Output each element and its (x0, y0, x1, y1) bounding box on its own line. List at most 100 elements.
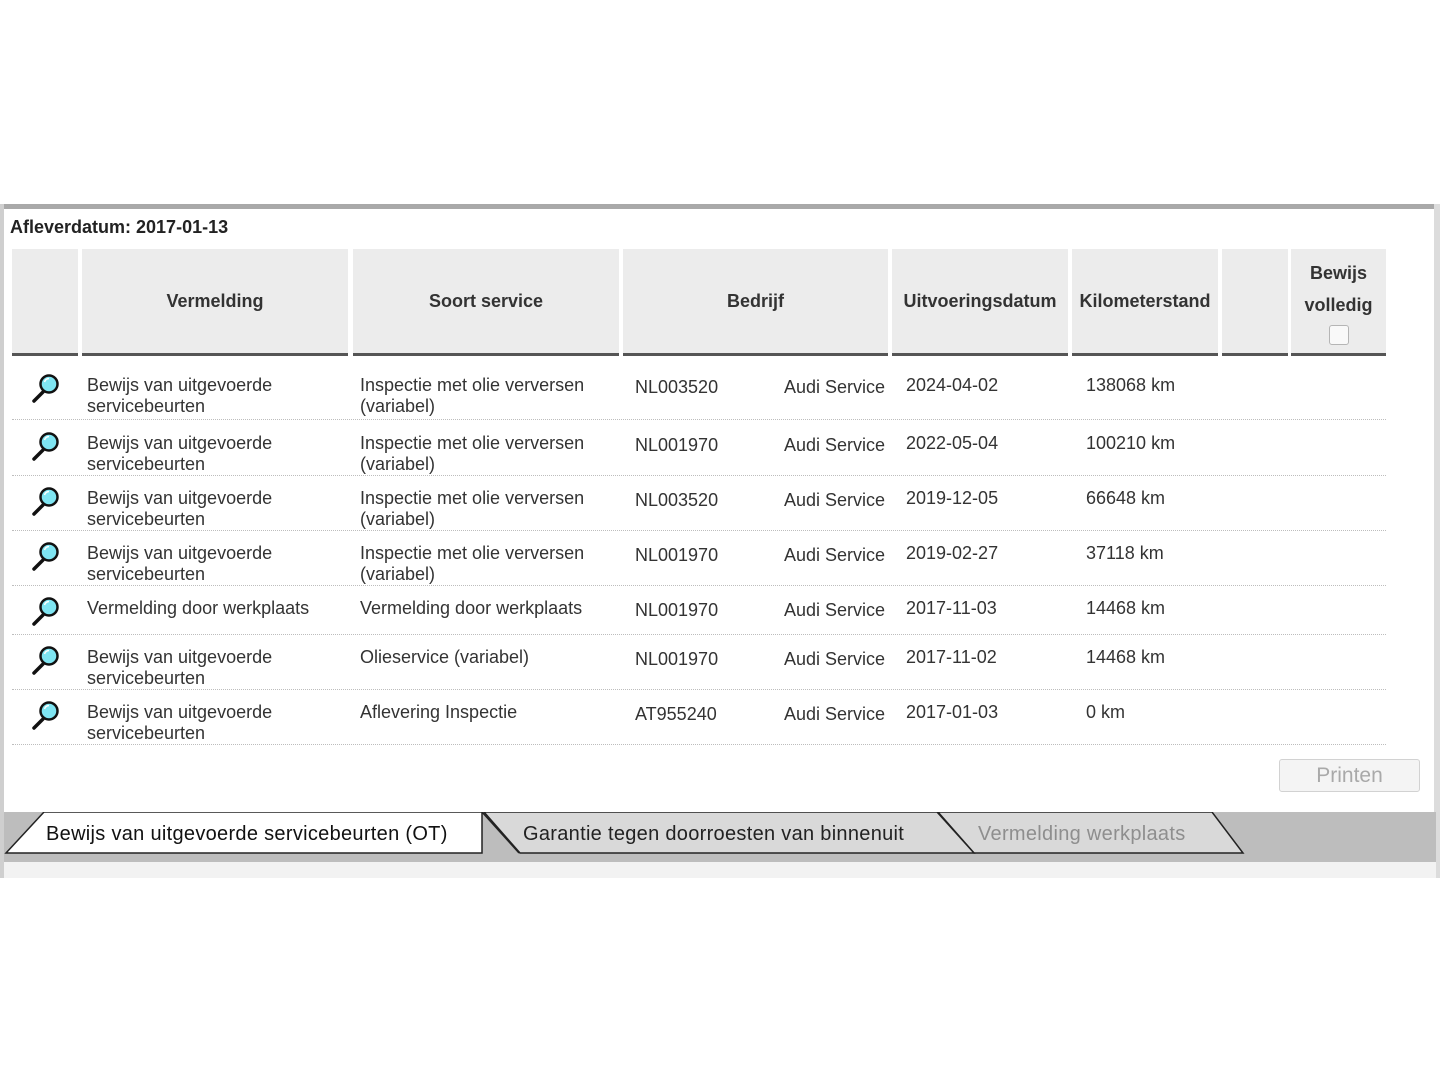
header-vermelding-label: Vermelding (166, 290, 264, 311)
magnifier-icon[interactable] (30, 699, 62, 731)
header-bewijs-line2: volledig (1304, 295, 1373, 315)
row-soort-service: Inspectie met olie verversen (variabel) (360, 433, 584, 475)
row-kilometerstand: 14468 km (1086, 598, 1166, 618)
row-vermelding: Bewijs van uitgevoerde servicebeurten (87, 647, 272, 689)
row-soort-service-line2: (variabel) (360, 509, 436, 529)
row-kilometerstand: 100210 km (1086, 433, 1176, 453)
row-bedrijf: Audi Service (784, 649, 886, 669)
magnifier-icon[interactable] (30, 540, 62, 572)
header-uitvoeringsdatum[interactable]: Uitvoeringsdatum (892, 249, 1068, 356)
print-button[interactable]: Printen (1279, 759, 1420, 792)
row-vermelding-line2: servicebeurten (87, 454, 206, 474)
magnifier-icon[interactable] (30, 485, 62, 517)
row-vermelding-line1: Vermelding door werkplaats (87, 598, 310, 618)
row-vermelding-line2: servicebeurten (87, 723, 206, 743)
header-empty-column (1222, 249, 1288, 356)
row-vermelding: Bewijs van uitgevoerde servicebeurten (87, 375, 272, 417)
row-vermelding: Bewijs van uitgevoerde servicebeurten (87, 702, 272, 744)
row-uitvoeringsdatum: 2022-05-04 (906, 433, 999, 453)
afleverdatum-label: Afleverdatum: 2017-01-13 (10, 217, 229, 237)
bewijs-volledig-checkbox[interactable] (1328, 325, 1349, 345)
row-vermelding-line1: Bewijs van uitgevoerde (87, 488, 273, 508)
row-bedrijf: Audi Service (784, 435, 886, 455)
row-vermelding-line1: Bewijs van uitgevoerde (87, 647, 273, 667)
row-uitvoeringsdatum: 2017-01-03 (906, 702, 999, 722)
header-vermelding[interactable]: Vermelding (82, 249, 348, 356)
row-vermelding: Bewijs van uitgevoerde servicebeurten (87, 488, 272, 530)
magnifier-icon[interactable] (30, 595, 62, 627)
row-kilometerstand: 0 km (1086, 702, 1126, 722)
row-vermelding: Bewijs van uitgevoerde servicebeurten (87, 433, 272, 475)
table-row[interactable]: Bewijs van uitgevoerde servicebeurten In… (12, 362, 1386, 420)
header-kilometerstand-label: Kilometerstand (1079, 290, 1211, 311)
tab-bar-footer (4, 862, 1436, 878)
row-uitvoeringsdatum: 2019-02-27 (906, 543, 999, 563)
row-soort-service-line1: Aflevering Inspectie (360, 702, 518, 722)
header-soort-service-label: Soort service (428, 290, 544, 311)
row-kilometerstand: 37118 km (1086, 543, 1164, 563)
row-soort-service: Inspectie met olie verversen (variabel) (360, 375, 584, 417)
row-soort-service-line1: Inspectie met olie verversen (360, 488, 585, 508)
row-dealer-code: NL003520 (635, 490, 719, 510)
row-vermelding-line1: Bewijs van uitgevoerde (87, 375, 273, 395)
row-vermelding-line1: Bewijs van uitgevoerde (87, 433, 273, 453)
row-soort-service-line1: Olieservice (variabel) (360, 647, 530, 667)
tab-vermelding-werkplaats[interactable]: Vermelding werkplaats (978, 823, 1186, 846)
header-kilometerstand[interactable]: Kilometerstand (1072, 249, 1218, 356)
row-soort-service: Inspectie met olie verversen (variabel) (360, 543, 584, 585)
table-row[interactable]: Vermelding door werkplaats Vermelding do… (12, 585, 1386, 635)
row-soort-service-line1: Inspectie met olie verversen (360, 433, 585, 453)
row-bedrijf: Audi Service (784, 600, 886, 620)
row-dealer-code: AT955240 (635, 704, 717, 724)
row-vermelding-line2: servicebeurten (87, 396, 206, 416)
row-vermelding-line2: servicebeurten (87, 509, 206, 529)
row-vermelding-line2: servicebeurten (87, 564, 206, 584)
row-bedrijf: Audi Service (784, 490, 886, 510)
row-kilometerstand: 66648 km (1086, 488, 1166, 508)
tab-garantie-doorroesten[interactable]: Garantie tegen doorroesten van binnenuit (523, 823, 904, 846)
table-row[interactable]: Bewijs van uitgevoerde servicebeurten In… (12, 530, 1386, 586)
panel-right-scrollbar[interactable] (1434, 204, 1440, 878)
row-dealer-code: NL001970 (635, 545, 719, 565)
row-vermelding-line1: Bewijs van uitgevoerde (87, 702, 273, 722)
row-vermelding-line1: Bewijs van uitgevoerde (87, 543, 273, 563)
row-bedrijf: Audi Service (784, 704, 886, 724)
magnifier-icon[interactable] (30, 430, 62, 462)
header-bewijs-line1: Bewijs (1309, 263, 1368, 283)
row-soort-service-line2: (variabel) (360, 564, 436, 584)
row-vermelding-line2: servicebeurten (87, 668, 206, 688)
panel-left-border (0, 204, 4, 878)
row-uitvoeringsdatum: 2017-11-02 (906, 647, 997, 667)
row-soort-service: Olieservice (variabel) (360, 647, 529, 668)
header-bedrijf[interactable]: Bedrijf (623, 249, 888, 356)
row-kilometerstand: 14468 km (1086, 647, 1166, 667)
row-kilometerstand: 138068 km (1086, 375, 1176, 395)
row-soort-service-line1: Vermelding door werkplaats (360, 598, 583, 618)
magnifier-icon[interactable] (30, 372, 62, 404)
row-soort-service: Aflevering Inspectie (360, 702, 517, 723)
magnifier-icon[interactable] (30, 644, 62, 676)
row-dealer-code: NL001970 (635, 600, 719, 620)
table-row[interactable]: Bewijs van uitgevoerde servicebeurten Af… (12, 689, 1386, 745)
header-soort-service[interactable]: Soort service (353, 249, 619, 356)
row-soort-service: Inspectie met olie verversen (variabel) (360, 488, 584, 530)
row-bedrijf: Audi Service (784, 377, 886, 397)
row-soort-service-line1: Inspectie met olie verversen (360, 543, 585, 563)
header-uitvoeringsdatum-label: Uitvoeringsdatum (903, 290, 1057, 311)
table-row[interactable]: Bewijs van uitgevoerde servicebeurten Ol… (12, 634, 1386, 690)
row-soort-service-line1: Inspectie met olie verversen (360, 375, 585, 395)
row-vermelding: Vermelding door werkplaats (87, 598, 309, 619)
row-vermelding: Bewijs van uitgevoerde servicebeurten (87, 543, 272, 585)
row-uitvoeringsdatum: 2017-11-03 (906, 598, 997, 618)
row-bedrijf: Audi Service (784, 545, 886, 565)
header-bedrijf-label: Bedrijf (726, 290, 784, 311)
header-icon-column (12, 249, 78, 356)
row-soort-service-line2: (variabel) (360, 396, 436, 416)
row-dealer-code: NL001970 (635, 435, 719, 455)
row-dealer-code: NL003520 (635, 377, 719, 397)
table-row[interactable]: Bewijs van uitgevoerde servicebeurten In… (12, 475, 1386, 531)
row-uitvoeringsdatum: 2019-12-05 (906, 488, 999, 508)
table-row[interactable]: Bewijs van uitgevoerde servicebeurten In… (12, 420, 1386, 476)
tab-bewijs-servicebeurten[interactable]: Bewijs van uitgevoerde servicebeurten (O… (46, 823, 448, 846)
row-soort-service-line2: (variabel) (360, 454, 436, 474)
